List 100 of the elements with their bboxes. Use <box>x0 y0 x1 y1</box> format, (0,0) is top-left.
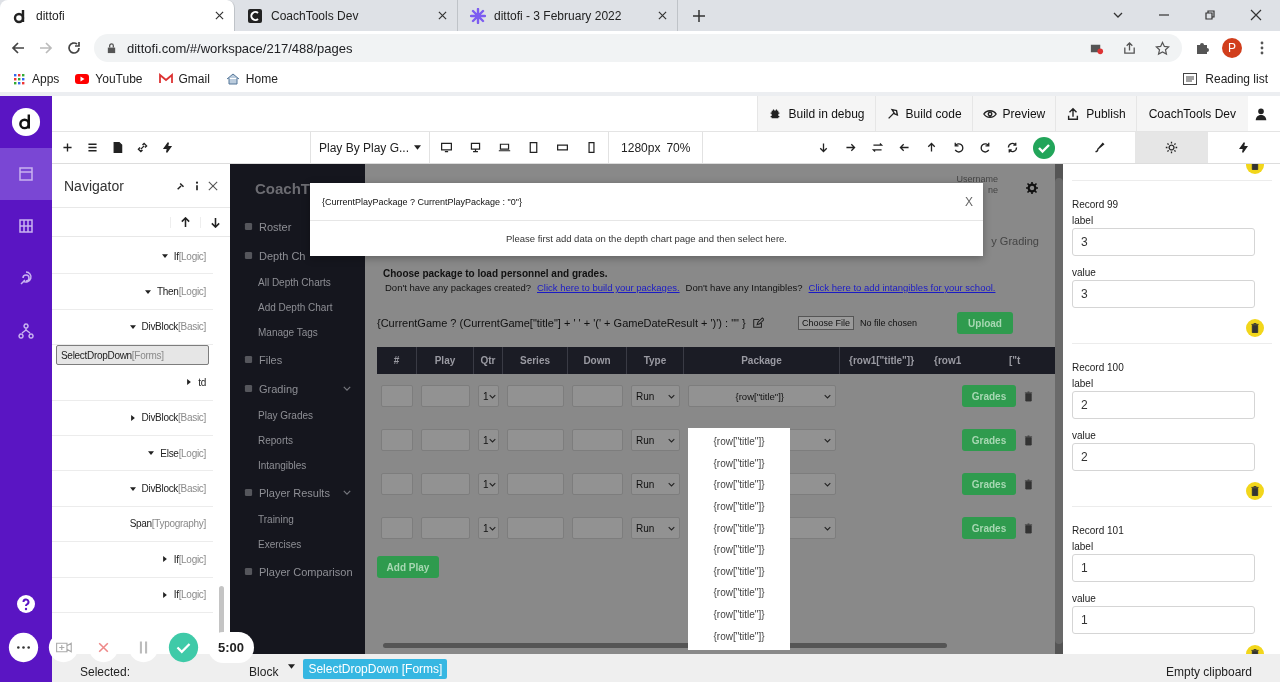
bolt-icon[interactable] <box>161 141 174 154</box>
tree-item[interactable]: If[Logic] <box>52 239 213 275</box>
tree-item[interactable]: If[Logic] <box>52 577 213 613</box>
app-menu-item[interactable]: Player Comparison <box>230 557 365 586</box>
settings-icon[interactable] <box>1026 182 1038 194</box>
laptop-icon[interactable] <box>498 141 512 154</box>
trash-icon[interactable] <box>1246 482 1264 500</box>
reload-icon[interactable] <box>66 40 82 56</box>
app-menu-item[interactable]: Player Results <box>230 478 365 507</box>
arrow-right-icon[interactable] <box>844 141 857 154</box>
check-icon[interactable] <box>168 632 199 663</box>
app-menu-item[interactable]: Training <box>230 507 365 532</box>
app-menu-item[interactable]: Grading <box>230 374 365 403</box>
dropdown-option[interactable]: {row["title"]} <box>688 474 790 496</box>
arrow-down-icon[interactable] <box>817 141 830 154</box>
caret-icon[interactable] <box>187 379 192 386</box>
choose-file-button[interactable]: Choose File <box>797 316 854 330</box>
arrow-left-icon[interactable] <box>898 141 911 154</box>
dropdown-option[interactable]: {row["title"]} <box>688 603 790 626</box>
app-menu-item[interactable]: Intangibles <box>230 453 365 478</box>
tree-item[interactable]: DivBlock[Basic] <box>52 400 213 436</box>
tree-item[interactable]: SelectDropDown[Forms] <box>56 345 209 366</box>
type-select[interactable]: Run <box>631 429 680 451</box>
user-icon[interactable] <box>1254 106 1268 121</box>
close-icon[interactable] <box>1250 9 1262 21</box>
arrow-up-icon[interactable] <box>925 141 938 154</box>
app-menu-item[interactable]: Exercises <box>230 532 365 557</box>
caret-icon[interactable] <box>129 486 136 491</box>
caret-icon[interactable] <box>145 289 152 294</box>
app-menu-item[interactable]: Reports <box>230 428 365 453</box>
tree-item[interactable]: Then[Logic] <box>52 274 213 310</box>
tree-item[interactable]: DivBlock[Basic] <box>52 471 213 507</box>
header-button[interactable]: Build code <box>874 96 972 131</box>
undo-icon[interactable] <box>952 141 965 154</box>
back-icon[interactable] <box>10 40 26 56</box>
bookmark[interactable]: Home <box>225 71 278 86</box>
refresh-icon[interactable] <box>1006 141 1019 154</box>
dropdown-option[interactable]: {row["title"]} <box>688 538 790 561</box>
text-field[interactable]: 2 <box>1072 391 1255 419</box>
monitor-icon[interactable] <box>440 141 454 154</box>
caret-icon[interactable] <box>129 324 136 329</box>
plus-icon[interactable] <box>61 141 74 154</box>
bookmark[interactable]: Apps <box>12 71 60 86</box>
profile-avatar[interactable]: P <box>1222 38 1242 58</box>
header-button[interactable]: Build in debug <box>757 96 875 131</box>
dropdown-option[interactable]: {row["title"]} <box>688 431 790 453</box>
new-tab-icon[interactable] <box>693 10 705 22</box>
type-select[interactable]: Run <box>631 473 680 495</box>
pin-icon[interactable] <box>176 180 186 191</box>
file-icon[interactable] <box>111 141 124 154</box>
caret-icon[interactable] <box>162 591 167 598</box>
header-button[interactable]: Preview <box>971 96 1056 131</box>
caret-icon[interactable] <box>148 451 155 456</box>
close-icon[interactable] <box>658 11 667 20</box>
share-icon[interactable] <box>1122 40 1137 56</box>
quarter-select[interactable]: 1 <box>478 473 499 495</box>
list-icon[interactable] <box>86 141 99 154</box>
caret-icon[interactable] <box>288 664 296 669</box>
app-menu-item[interactable]: All Depth Charts <box>230 270 365 295</box>
quarter-select[interactable]: 1 <box>478 385 499 407</box>
dropdown-option[interactable]: {row["title"]} <box>688 495 790 518</box>
close-icon[interactable] <box>208 180 218 191</box>
tree-item[interactable]: Span[Typography] <box>52 506 213 543</box>
quarter-select[interactable]: 1 <box>478 517 499 539</box>
page-dropdown[interactable]: Play By Play G... <box>310 132 431 163</box>
redo-icon[interactable] <box>979 141 992 154</box>
caret-icon[interactable] <box>130 414 135 421</box>
browser-tab[interactable]: dittofi <box>0 0 235 31</box>
tree-item[interactable]: Else[Logic] <box>52 435 213 472</box>
app-menu-item[interactable]: Roster <box>230 212 365 241</box>
breadcrumb-item[interactable]: Block <box>249 665 279 679</box>
more-icon[interactable] <box>8 632 39 663</box>
dropdown-option[interactable]: {row["title"]} <box>688 582 790 604</box>
bookmark[interactable]: YouTube <box>75 71 143 86</box>
help-icon[interactable] <box>16 594 36 614</box>
desktop-icon[interactable] <box>469 141 483 154</box>
scrollbar[interactable] <box>1055 178 1063 644</box>
text-field[interactable]: 2 <box>1072 443 1255 471</box>
puzzle-icon[interactable] <box>1194 40 1210 56</box>
close-icon[interactable] <box>438 11 447 20</box>
check-icon[interactable] <box>1033 136 1055 159</box>
star-icon[interactable] <box>1155 40 1170 56</box>
header-button[interactable]: Publish <box>1055 96 1136 131</box>
dropdown-option[interactable]: {row["title"]} <box>688 517 790 539</box>
text-field[interactable]: 3 <box>1072 228 1255 256</box>
caret-icon[interactable] <box>162 556 167 563</box>
trash-icon[interactable] <box>1246 319 1264 337</box>
project-button[interactable]: CoachTools Dev <box>1135 96 1248 131</box>
tree-item[interactable]: td <box>52 365 213 401</box>
swap-icon[interactable] <box>871 141 884 154</box>
text-field[interactable]: 1 <box>1072 554 1255 582</box>
restore-icon[interactable] <box>1204 9 1216 21</box>
app-menu-item[interactable]: Manage Tags <box>230 320 365 345</box>
caret-icon[interactable] <box>161 254 168 259</box>
app-menu-item[interactable]: Files <box>230 345 365 374</box>
app-menu-item[interactable]: Depth Ch <box>230 241 365 270</box>
dropdown-option[interactable]: {row["title"]} <box>688 560 790 583</box>
close-icon[interactable] <box>215 11 224 20</box>
app-menu-item[interactable]: Play Grades <box>230 403 365 428</box>
close-button[interactable]: X <box>965 194 973 209</box>
